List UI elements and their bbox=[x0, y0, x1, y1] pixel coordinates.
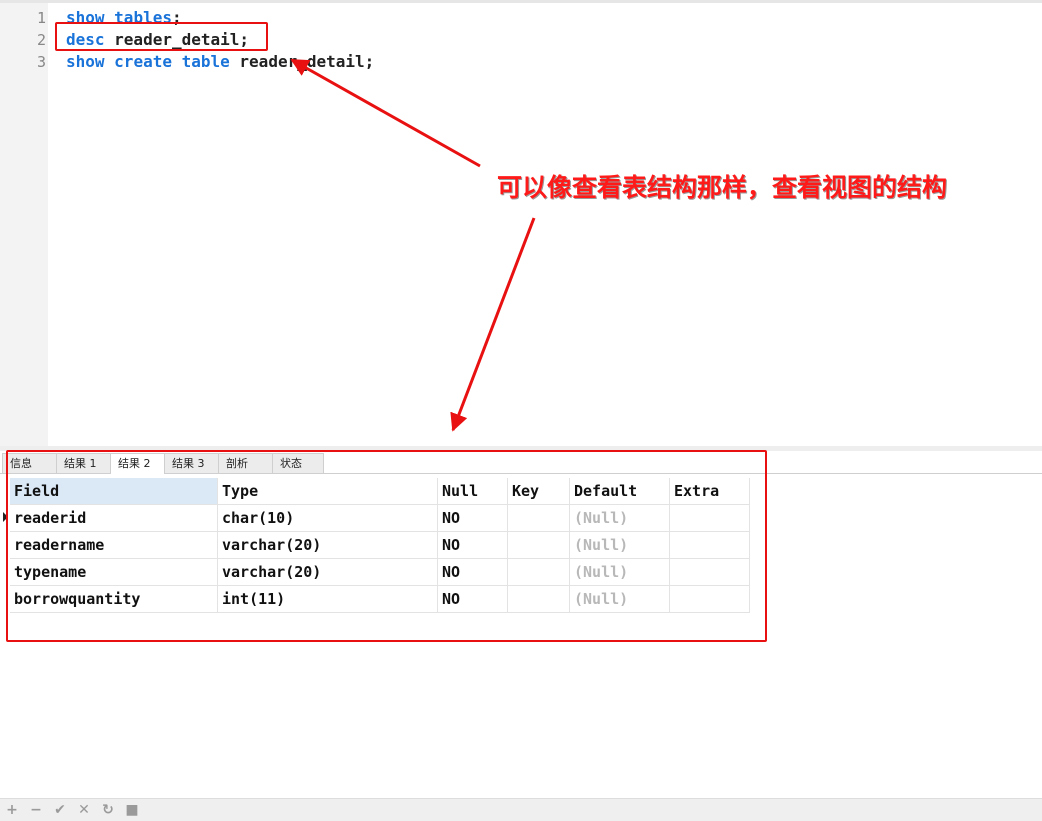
arrow-to-desc-line bbox=[290, 58, 481, 168]
annotation-arrows bbox=[290, 58, 536, 432]
arrow-to-results bbox=[450, 217, 536, 432]
